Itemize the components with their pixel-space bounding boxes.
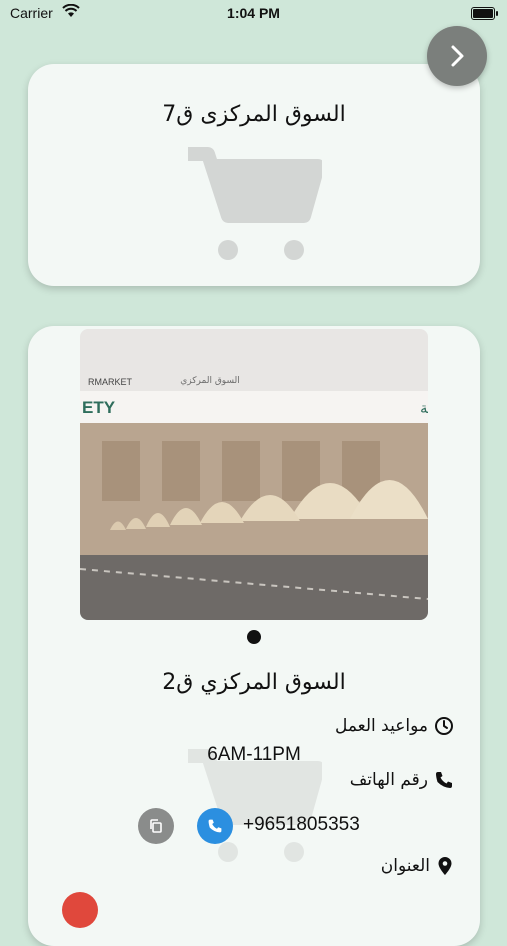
market-photo[interactable]: جمعية الجابرية التعاونية السوق المركزي R… xyxy=(80,329,428,620)
address-row: العنوان xyxy=(381,856,454,876)
phone-icon xyxy=(436,772,452,788)
phone-number[interactable]: +9651805353 xyxy=(243,814,360,836)
copy-button[interactable] xyxy=(138,808,174,844)
location-pin-icon xyxy=(438,857,452,875)
photo-left-text-1: RMARKET xyxy=(88,377,133,387)
next-button[interactable] xyxy=(427,26,487,86)
clock-icon xyxy=(435,717,453,735)
working-hours-label: مواعيد العمل xyxy=(334,716,428,736)
copy-icon xyxy=(150,819,162,833)
photo-left-text-2: ETY xyxy=(82,398,116,417)
phone-label: رقم الهاتف xyxy=(349,770,428,790)
market-title: السوق المركزي ق2 xyxy=(162,670,346,695)
battery-icon xyxy=(471,7,498,20)
address-label: العنوان xyxy=(380,856,430,876)
clock: 1:04 PM xyxy=(227,5,280,21)
map-button[interactable] xyxy=(62,892,98,928)
working-hours-value: 6AM-11PM xyxy=(207,744,301,765)
call-button[interactable] xyxy=(197,808,233,844)
phone-row: رقم الهاتف xyxy=(350,770,454,790)
carousel-dot[interactable] xyxy=(247,630,261,644)
market-card[interactable]: جمعية الجابرية التعاونية السوق المركزي R… xyxy=(28,326,480,946)
phone-icon xyxy=(208,819,222,833)
photo-sign-text: جمعية الجابرية التعاونية xyxy=(420,399,428,417)
shopping-cart-icon xyxy=(188,147,322,260)
market-card[interactable]: السوق المركزى ق7 xyxy=(28,64,480,286)
photo-top-text: السوق المركزي xyxy=(180,376,239,386)
market-title: السوق المركزى ق7 xyxy=(162,102,346,127)
chevron-right-icon xyxy=(451,45,464,67)
working-hours-row: مواعيد العمل xyxy=(335,716,454,736)
status-bar: Carrier 1:04 PM xyxy=(0,0,507,28)
